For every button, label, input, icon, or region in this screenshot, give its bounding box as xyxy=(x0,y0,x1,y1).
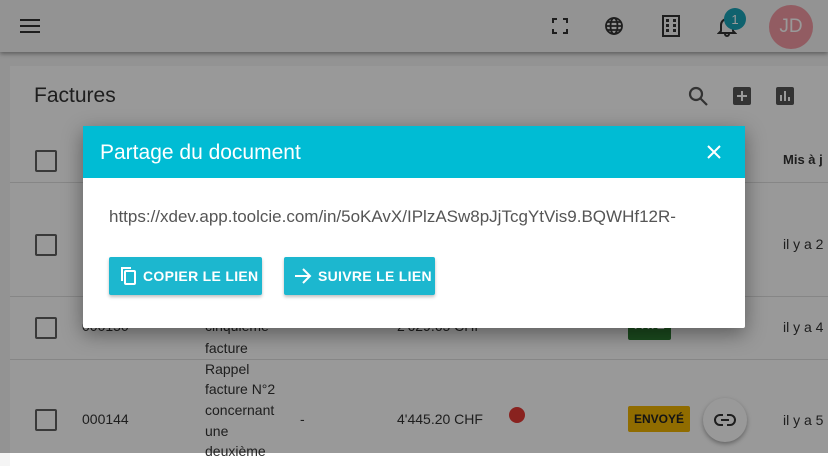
close-icon[interactable] xyxy=(703,141,725,163)
follow-link-label: SUIVRE LE LIEN xyxy=(318,268,432,284)
dialog-header: Partage du document xyxy=(83,126,745,178)
dialog-title: Partage du document xyxy=(100,141,301,164)
share-url[interactable]: https://xdev.app.toolcie.com/in/5oKAvX/I… xyxy=(109,207,729,227)
share-dialog: Partage du document https://xdev.app.too… xyxy=(83,126,745,328)
arrow-right-icon xyxy=(294,268,312,284)
copy-link-button[interactable]: COPIER LE LIEN xyxy=(109,257,262,295)
copy-icon xyxy=(119,266,137,286)
copy-link-label: COPIER LE LIEN xyxy=(143,268,259,284)
follow-link-button[interactable]: SUIVRE LE LIEN xyxy=(284,257,435,295)
